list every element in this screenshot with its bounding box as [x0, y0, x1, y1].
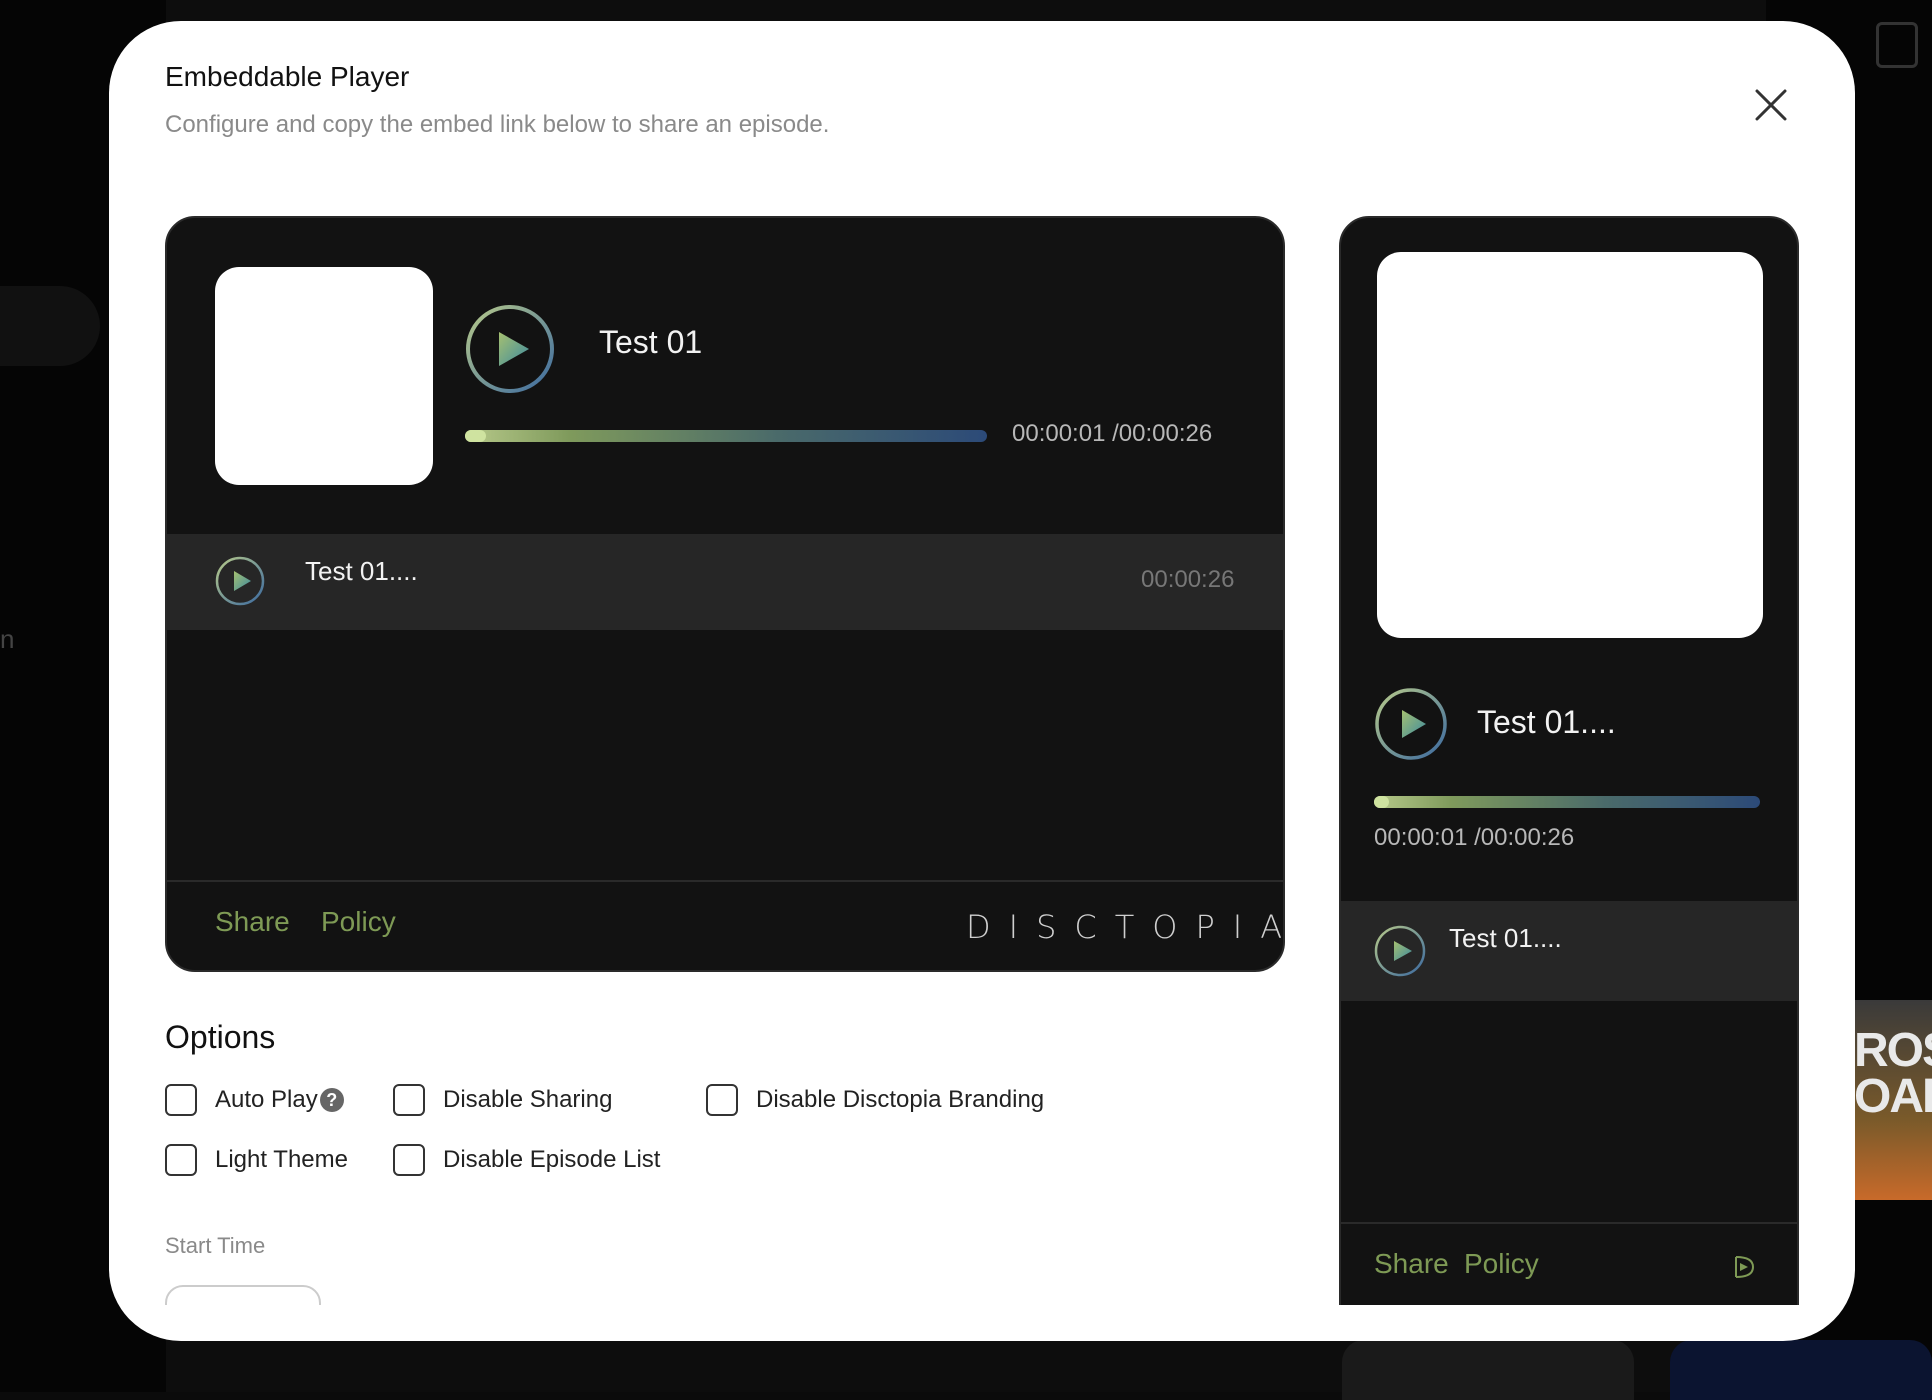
option-disable-branding[interactable]: Disable Disctopia Branding [706, 1084, 1044, 1116]
disctopia-logo-icon [1735, 1256, 1755, 1278]
bag-icon [1876, 22, 1918, 68]
progress-fill [465, 430, 486, 442]
wide-player-preview: Test 01 00:00:01 /00:00:26 Test 01.... 0… [165, 216, 1285, 972]
background-side-text: n [0, 624, 15, 654]
background-card-text: ROSS OADS [1854, 1024, 1932, 1123]
episode-list-item[interactable]: Test 01.... 00:00:26 [167, 534, 1283, 630]
option-label: Disable Disctopia Branding [756, 1086, 1045, 1113]
background-podcast-card: ROSS OADS [1852, 1000, 1932, 1200]
option-disable-sharing[interactable]: Disable Sharing [393, 1084, 612, 1116]
policy-link[interactable]: Policy [321, 906, 396, 938]
option-auto-play[interactable]: Auto Play ? [165, 1084, 344, 1116]
background-tab [1670, 1340, 1932, 1400]
player-footer: Share Policy DISCTOPIA [167, 880, 1285, 970]
close-icon [1755, 89, 1787, 121]
option-label: Disable Sharing [443, 1086, 613, 1113]
brand-text: DISCTOPIA [966, 908, 1285, 946]
close-button[interactable] [1749, 83, 1793, 127]
embed-modal: Embeddable Player Configure and copy the… [109, 21, 1855, 1341]
play-icon [466, 305, 554, 393]
play-icon [215, 556, 265, 606]
policy-link[interactable]: Policy [1464, 1248, 1539, 1280]
episode-list-duration: 00:00:26 [1141, 566, 1235, 593]
option-disable-episode-list[interactable]: Disable Episode List [393, 1144, 660, 1176]
progress-fill [1374, 796, 1389, 808]
narrow-player-preview: Test 01.... 00:00:01 /00:00:26 Test 01..… [1339, 216, 1799, 1305]
disable-episode-list-checkbox[interactable] [393, 1144, 425, 1176]
option-light-theme[interactable]: Light Theme [165, 1144, 348, 1176]
episode-title: Test 01.... [1477, 704, 1616, 740]
time-readout: 00:00:01 /00:00:26 [1374, 824, 1575, 851]
share-link[interactable]: Share [215, 906, 290, 938]
modal-scroll-area[interactable]: Test 01 00:00:01 /00:00:26 Test 01.... 0… [109, 171, 1855, 1305]
option-label: Light Theme [215, 1146, 348, 1173]
light-theme-checkbox[interactable] [165, 1144, 197, 1176]
progress-bar[interactable] [465, 430, 987, 442]
disable-sharing-checkbox[interactable] [393, 1084, 425, 1116]
episode-title: Test 01 [599, 324, 703, 360]
episode-play-button[interactable] [1374, 925, 1426, 977]
disctopia-brand: DISCTOPIA [966, 908, 1285, 946]
modal-title: Embeddable Player [165, 61, 410, 92]
play-icon [1374, 925, 1426, 977]
start-time-input[interactable] [165, 1285, 321, 1305]
play-button[interactable] [465, 304, 555, 394]
progress-bar[interactable] [1374, 796, 1760, 808]
player-footer: Share Policy [1341, 1222, 1797, 1305]
play-button[interactable] [1374, 687, 1448, 761]
play-icon [1375, 688, 1447, 760]
share-link[interactable]: Share [1374, 1248, 1449, 1280]
modal-subtitle: Configure and copy the embed link below … [165, 111, 830, 138]
episode-list-title: Test 01.... [305, 556, 418, 586]
start-time-label: Start Time [165, 1233, 266, 1258]
episode-list-item[interactable]: Test 01.... [1341, 901, 1797, 1001]
background-tab [1342, 1340, 1634, 1400]
episode-artwork [215, 267, 433, 485]
episode-list-title: Test 01.... [1449, 923, 1562, 953]
episode-artwork [1377, 252, 1763, 638]
help-icon[interactable]: ? [319, 1088, 344, 1112]
episode-play-button[interactable] [215, 556, 265, 606]
option-label: Disable Episode List [443, 1146, 661, 1173]
option-label: Auto Play [215, 1086, 318, 1113]
time-readout: 00:00:01 /00:00:26 [1012, 420, 1213, 447]
options-heading: Options [165, 1019, 276, 1055]
auto-play-checkbox[interactable] [165, 1084, 197, 1116]
background-pill [0, 286, 100, 366]
disable-branding-checkbox[interactable] [706, 1084, 738, 1116]
